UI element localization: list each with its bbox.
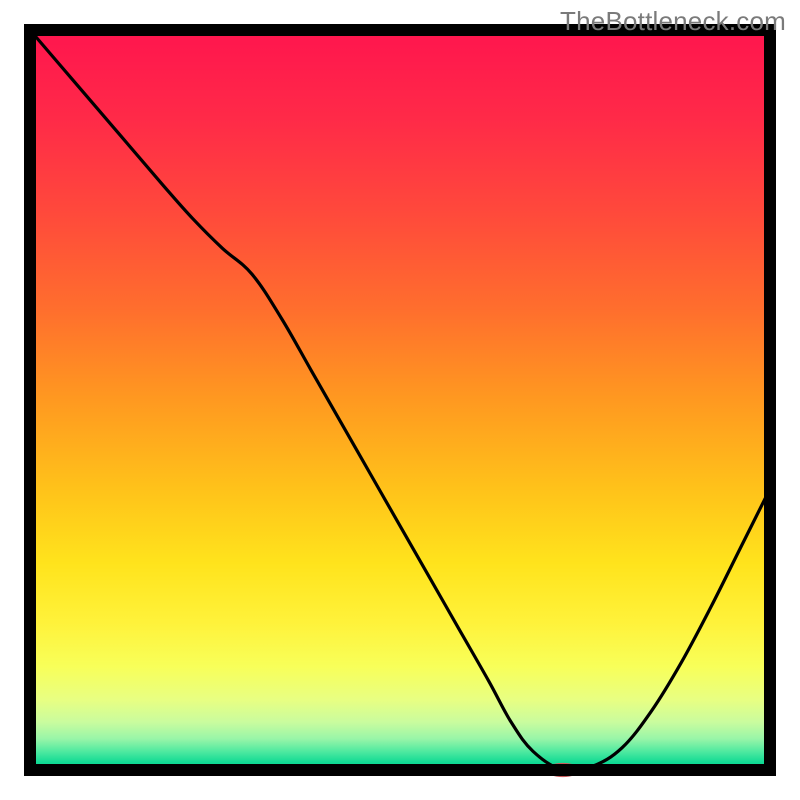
chart-container: TheBottleneck.com — [0, 0, 800, 800]
bottleneck-chart — [0, 0, 800, 800]
plot-background — [30, 30, 770, 770]
watermark-text: TheBottleneck.com — [560, 6, 786, 37]
